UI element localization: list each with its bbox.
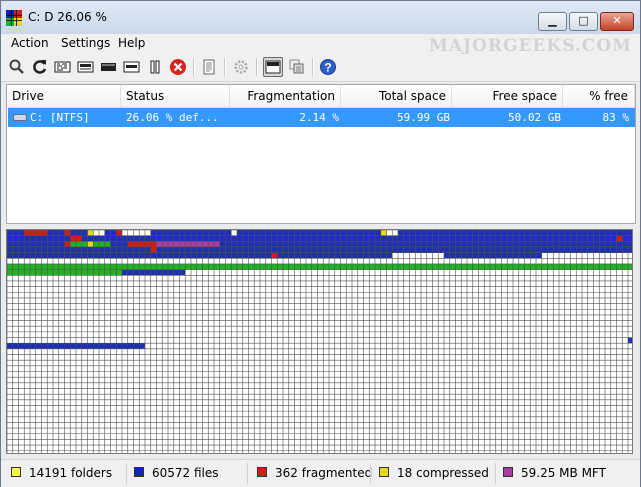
search-icon[interactable] — [7, 57, 27, 77]
drive-icon — [13, 114, 27, 121]
window-title: C: D 26.06 % — [28, 10, 107, 24]
drive-list: Drive Status Fragmentation Total space F… — [6, 84, 636, 224]
toolbar-separator — [256, 58, 258, 76]
map-view-icon[interactable] — [263, 57, 283, 77]
status-separator — [495, 463, 496, 484]
status-separator — [247, 463, 248, 484]
status-files: 60572 files — [134, 466, 219, 480]
column-pct-free[interactable]: % free — [563, 85, 635, 107]
column-fragmentation[interactable]: Fragmentation — [230, 85, 341, 107]
toolbar-separator — [193, 58, 195, 76]
menu-action[interactable]: Action — [11, 36, 49, 50]
pause-drive-icon[interactable] — [99, 57, 119, 77]
files-legend-swatch — [134, 467, 144, 477]
drive-status: 26.06 % def... — [126, 111, 219, 124]
help-icon[interactable]: ? — [318, 57, 338, 77]
minimize-button[interactable]: ▁ — [538, 12, 567, 31]
menu-help[interactable]: Help — [118, 36, 145, 50]
toolbar: ? — [1, 54, 640, 82]
column-status[interactable]: Status — [121, 85, 230, 107]
status-fragmented: 362 fragmented — [257, 466, 372, 480]
status-separator — [126, 463, 127, 484]
settings-icon[interactable] — [231, 57, 251, 77]
layout-icon[interactable] — [287, 57, 307, 77]
menu-settings[interactable]: Settings — [61, 36, 110, 50]
app-icon — [6, 10, 22, 26]
hide-icon[interactable] — [122, 57, 142, 77]
minimize-icon: ▁ — [548, 14, 557, 27]
maximize-button[interactable]: □ — [569, 12, 598, 31]
cluster-map[interactable] — [6, 229, 633, 454]
close-icon: ✕ — [612, 14, 622, 27]
pause-icon[interactable] — [145, 57, 165, 77]
drive-pct-free: 83 % — [602, 111, 630, 124]
maximize-icon: □ — [578, 14, 589, 27]
fragmented-legend-swatch — [257, 467, 267, 477]
status-mft: 59.25 MB MFT — [503, 466, 606, 480]
status-bar: 14191 folders 60572 files 362 fragmented… — [1, 459, 640, 487]
drive-row-c[interactable]: C: [NTFS] 26.06 % def... 2.14 % 59.99 GB… — [8, 108, 635, 127]
drive-free-space: 50.02 GB — [508, 111, 561, 124]
watermark-logo: MAJORGEEKS.COM — [429, 36, 632, 56]
status-folders: 14191 folders — [11, 466, 112, 480]
column-total-space[interactable]: Total space — [341, 85, 452, 107]
toolbar-separator — [312, 58, 314, 76]
defrag-icon[interactable] — [53, 57, 73, 77]
drive-name: C: [NTFS] — [30, 111, 90, 124]
toolbar-separator — [224, 58, 226, 76]
title-bar[interactable]: C: D 26.06 % ▁ □ ✕ — [1, 1, 640, 34]
column-free-space[interactable]: Free space — [452, 85, 563, 107]
column-drive[interactable]: Drive — [7, 85, 121, 107]
cluster-map-grid — [7, 230, 632, 453]
status-compressed: 18 compressed — [379, 466, 489, 480]
svg-text:?: ? — [324, 61, 331, 75]
refresh-icon[interactable] — [30, 57, 50, 77]
drive-fragmentation: 2.14 % — [299, 111, 339, 124]
stop-icon[interactable] — [168, 57, 188, 77]
close-button[interactable]: ✕ — [600, 12, 634, 31]
compressed-legend-swatch — [379, 467, 389, 477]
app-window: C: D 26.06 % ▁ □ ✕ Action Settings Help … — [0, 0, 641, 487]
optimize-icon[interactable] — [76, 57, 96, 77]
status-separator — [370, 463, 371, 484]
mft-legend-swatch — [503, 467, 513, 477]
drive-total-space: 59.99 GB — [397, 111, 450, 124]
folders-legend-swatch — [11, 467, 21, 477]
report-icon[interactable] — [199, 57, 219, 77]
